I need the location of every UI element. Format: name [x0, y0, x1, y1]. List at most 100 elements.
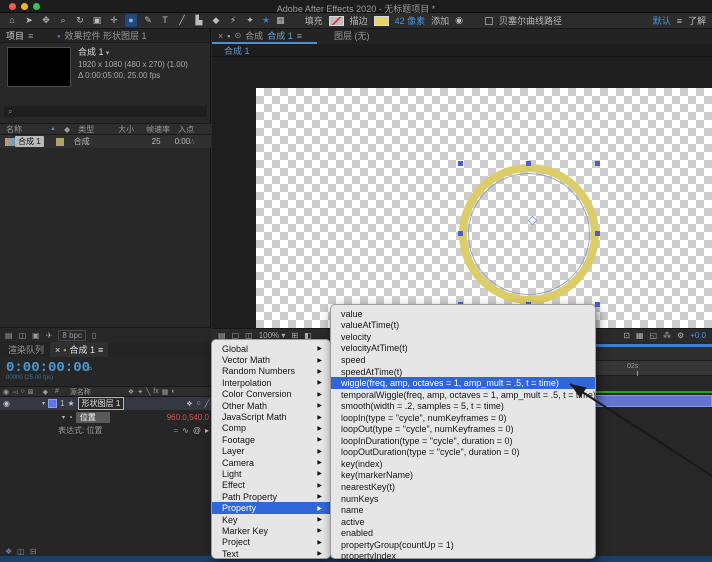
- layer-label-chip[interactable]: [48, 399, 57, 408]
- expression-menu-item[interactable]: key(index): [331, 458, 595, 470]
- region-of-interest-icon[interactable]: ⊡: [623, 331, 630, 340]
- layer-name-field[interactable]: 形状图层 1: [78, 397, 125, 410]
- position-property-row[interactable]: ▾ ◔ 位置 960.0,540.0: [0, 411, 212, 424]
- expression-enable-icon[interactable]: =: [173, 426, 178, 435]
- new-folder-icon[interactable]: ◫: [19, 331, 27, 340]
- stroke-color-swatch[interactable]: [374, 16, 389, 26]
- expression-menu-category[interactable]: Interpolation ▶: [212, 377, 330, 388]
- expression-menu-category[interactable]: Layer ▶: [212, 446, 330, 457]
- solo-column-icon[interactable]: ○: [21, 388, 25, 395]
- rotate-tool[interactable]: ↻: [74, 14, 86, 27]
- close-tab-icon[interactable]: ×: [218, 31, 223, 41]
- project-item-name[interactable]: 合成 1: [15, 136, 44, 147]
- home-tool[interactable]: ⌂: [6, 14, 18, 27]
- project-settings-icon[interactable]: ✈: [46, 331, 53, 340]
- exposure-control[interactable]: +0.0: [690, 331, 706, 340]
- expression-menu-category[interactable]: Camera ▶: [212, 457, 330, 468]
- expression-menu-category[interactable]: Color Conversion ▶: [212, 389, 330, 400]
- layer-shy-icon[interactable]: ❖: [186, 400, 192, 408]
- expression-menu-category[interactable]: Random Numbers ▶: [212, 366, 330, 377]
- tab-project[interactable]: 项目: [6, 29, 24, 42]
- expression-menu-item[interactable]: propertyIndex: [331, 550, 595, 562]
- expression-menu-category[interactable]: Comp ▶: [212, 423, 330, 434]
- expression-menu-item[interactable]: smooth(width = .2, samples = 5, t = time…: [331, 400, 595, 412]
- expression-menu-category[interactable]: Project ▶: [212, 537, 330, 548]
- expression-menu-item[interactable]: speedAtTime(t): [331, 366, 595, 378]
- expression-menu-item[interactable]: name: [331, 504, 595, 516]
- collapse-switch-icon[interactable]: ✦: [137, 388, 143, 396]
- tab-layer-viewer[interactable]: 图层 (无): [334, 29, 370, 42]
- selection-handle-middle-left[interactable]: [458, 231, 463, 236]
- pen-tool[interactable]: ✎: [142, 14, 154, 27]
- expression-menu-category[interactable]: Other Math ▶: [212, 400, 330, 411]
- shy-switch-icon[interactable]: ❖: [128, 388, 134, 396]
- expression-menu-category[interactable]: JavaScript Math ▶: [212, 411, 330, 422]
- clone-stamp-tool[interactable]: ▙: [193, 14, 205, 27]
- property-value[interactable]: 960.0,540.0: [167, 413, 209, 422]
- tab-timeline-comp[interactable]: × ▪ 合成 1 ≡: [50, 342, 108, 357]
- expression-menu-category[interactable]: Footage ▶: [212, 434, 330, 445]
- selection-handle-top-right[interactable]: [595, 161, 600, 166]
- fill-label[interactable]: 填充: [305, 14, 323, 27]
- expression-menu-category[interactable]: Marker Key ▶: [212, 525, 330, 536]
- column-fps[interactable]: 帧速率: [146, 124, 170, 135]
- expression-language-menu-icon[interactable]: ▸: [205, 426, 209, 435]
- selection-handle-top-center[interactable]: [526, 161, 531, 166]
- breadcrumb-comp-name[interactable]: 合成 1: [224, 44, 250, 57]
- type-tool[interactable]: T: [159, 14, 171, 27]
- checkerboard-toggle-icon[interactable]: ▦: [636, 331, 644, 340]
- layer-visibility-icon[interactable]: ◉: [3, 399, 10, 408]
- expression-menu-item[interactable]: value: [331, 308, 595, 320]
- expression-menu-item[interactable]: key(markerName): [331, 470, 595, 482]
- expand-inout-icon[interactable]: ⊟: [30, 547, 37, 556]
- expression-menu-item[interactable]: nearestKey(t): [331, 481, 595, 493]
- fast-previews-icon[interactable]: ⚙: [677, 331, 684, 340]
- workspace-default-button[interactable]: 默认: [653, 14, 671, 27]
- composition-canvas[interactable]: [212, 57, 712, 342]
- quality-switch-icon[interactable]: ╲: [146, 388, 150, 396]
- transparency-grid-icon[interactable]: ▦: [276, 15, 285, 26]
- project-search-input[interactable]: ⌕: [4, 106, 207, 117]
- expression-menu-category[interactable]: Property ▶: [212, 502, 330, 513]
- expression-menu-category[interactable]: Path Property ▶: [212, 491, 330, 502]
- layer-quality-icon[interactable]: ○: [197, 400, 201, 408]
- snap-star-icon[interactable]: ★: [262, 15, 270, 26]
- expression-menu-item[interactable]: temporalWiggle(freq, amp, octaves = 1, a…: [331, 389, 595, 401]
- sort-ascending-icon[interactable]: ▲: [50, 126, 56, 132]
- selection-handle-bottom-right[interactable]: [595, 302, 600, 307]
- viewer-lock-icon[interactable]: ⊙: [234, 31, 241, 40]
- expression-menu-category[interactable]: Text ▶: [212, 548, 330, 559]
- tab-effect-controls[interactable]: 效果控件 形状图层 1: [64, 29, 146, 42]
- expand-transfer-icon[interactable]: ◫: [17, 547, 25, 556]
- eraser-tool[interactable]: ◆: [210, 14, 222, 27]
- expression-menu-item[interactable]: active: [331, 516, 595, 528]
- workspace-menu-icon[interactable]: ≡: [677, 16, 682, 26]
- tab-composition-name[interactable]: 合成 1: [267, 29, 293, 42]
- expression-menu-item[interactable]: speed: [331, 354, 595, 366]
- selection-handle-middle-right[interactable]: [595, 231, 600, 236]
- layer-row[interactable]: ◉ ▾ 1 ★ 形状图层 1 ❖ ○ ╱: [0, 397, 212, 410]
- selection-tool[interactable]: ➤: [23, 14, 35, 27]
- effects-switch-icon[interactable]: fx: [153, 388, 158, 395]
- expression-menu-category[interactable]: Global ▶: [212, 343, 330, 354]
- motion-blur-switch-icon[interactable]: ◐: [171, 388, 175, 395]
- panel-menu-icon[interactable]: ≡: [98, 345, 103, 355]
- expression-menu-category[interactable]: Effect ▶: [212, 480, 330, 491]
- label-column-icon[interactable]: ◆: [64, 125, 70, 134]
- expression-menu-category[interactable]: Vector Math ▶: [212, 354, 330, 365]
- property-name[interactable]: 位置: [76, 412, 110, 423]
- layer-continuous-raster-icon[interactable]: ╱: [205, 400, 209, 408]
- puppet-pin-tool[interactable]: ✦: [244, 14, 256, 27]
- frame-blend-switch-icon[interactable]: ▦: [162, 388, 169, 396]
- brush-tool[interactable]: ╱: [176, 14, 188, 27]
- current-timecode[interactable]: 0:00:00:00: [6, 360, 90, 376]
- number-column[interactable]: #: [55, 388, 59, 395]
- panel-menu-icon[interactable]: ≡: [28, 31, 33, 41]
- project-item-row[interactable]: 合成 1 合成 25 0:00 ∴: [0, 135, 211, 148]
- lock-column-icon[interactable]: ⊠: [28, 388, 34, 396]
- expression-menu-item[interactable]: numKeys: [331, 493, 595, 505]
- composition-name[interactable]: 合成 1: [78, 47, 104, 57]
- expression-menu-item[interactable]: propertyGroup(countUp = 1): [331, 539, 595, 551]
- pixel-aspect-icon[interactable]: ⁂: [663, 331, 671, 340]
- view-layout-icon[interactable]: ◱: [649, 331, 657, 340]
